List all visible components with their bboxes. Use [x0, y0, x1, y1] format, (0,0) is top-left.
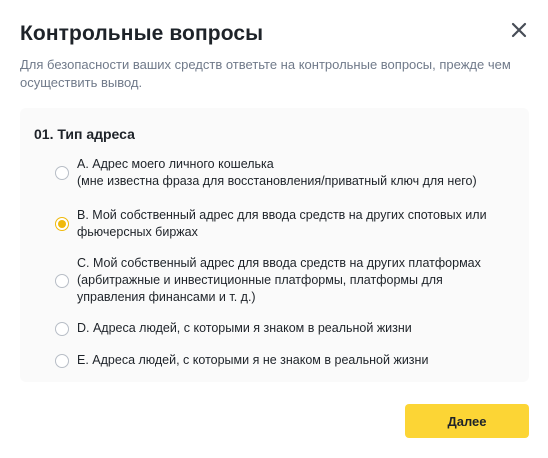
- option-d[interactable]: D. Адреса людей, с которыми я знаком в р…: [55, 320, 507, 337]
- question-label: 01. Тип адреса: [34, 126, 135, 142]
- option-b[interactable]: B. Мой собственный адрес для ввода средс…: [55, 207, 507, 241]
- radio-button[interactable]: [55, 353, 69, 368]
- option-a[interactable]: A. Адрес моего личного кошелька (мне изв…: [55, 156, 507, 190]
- radio-button[interactable]: [55, 273, 69, 288]
- security-questions-dialog: Контрольные вопросы Для безопасности ваш…: [0, 0, 548, 458]
- radio-button[interactable]: [55, 321, 69, 336]
- option-label: D. Адреса людей, с которыми я знаком в р…: [77, 321, 412, 335]
- next-button[interactable]: Далее: [405, 404, 529, 438]
- close-icon[interactable]: [508, 19, 530, 41]
- radio-dot: [58, 220, 66, 228]
- dialog-subtitle: Для безопасности ваших средств ответьте …: [20, 57, 511, 90]
- radio-button-checked[interactable]: [55, 217, 69, 231]
- option-label: B. Мой собственный адрес для ввода средс…: [77, 208, 487, 239]
- option-c[interactable]: C. Мой собственный адрес для ввода средс…: [55, 255, 507, 306]
- option-label: A. Адрес моего личного кошелька (мне изв…: [77, 157, 477, 188]
- option-label: E. Адреса людей, с которыми я не знаком …: [77, 353, 429, 367]
- question-card: 01. Тип адреса A. Адрес моего личного ко…: [20, 108, 529, 382]
- option-label: C. Мой собственный адрес для ввода средс…: [77, 256, 481, 304]
- dialog-title: Контрольные вопросы: [20, 22, 264, 45]
- option-e[interactable]: E. Адреса людей, с которыми я не знаком …: [55, 352, 507, 369]
- radio-button[interactable]: [55, 166, 69, 180]
